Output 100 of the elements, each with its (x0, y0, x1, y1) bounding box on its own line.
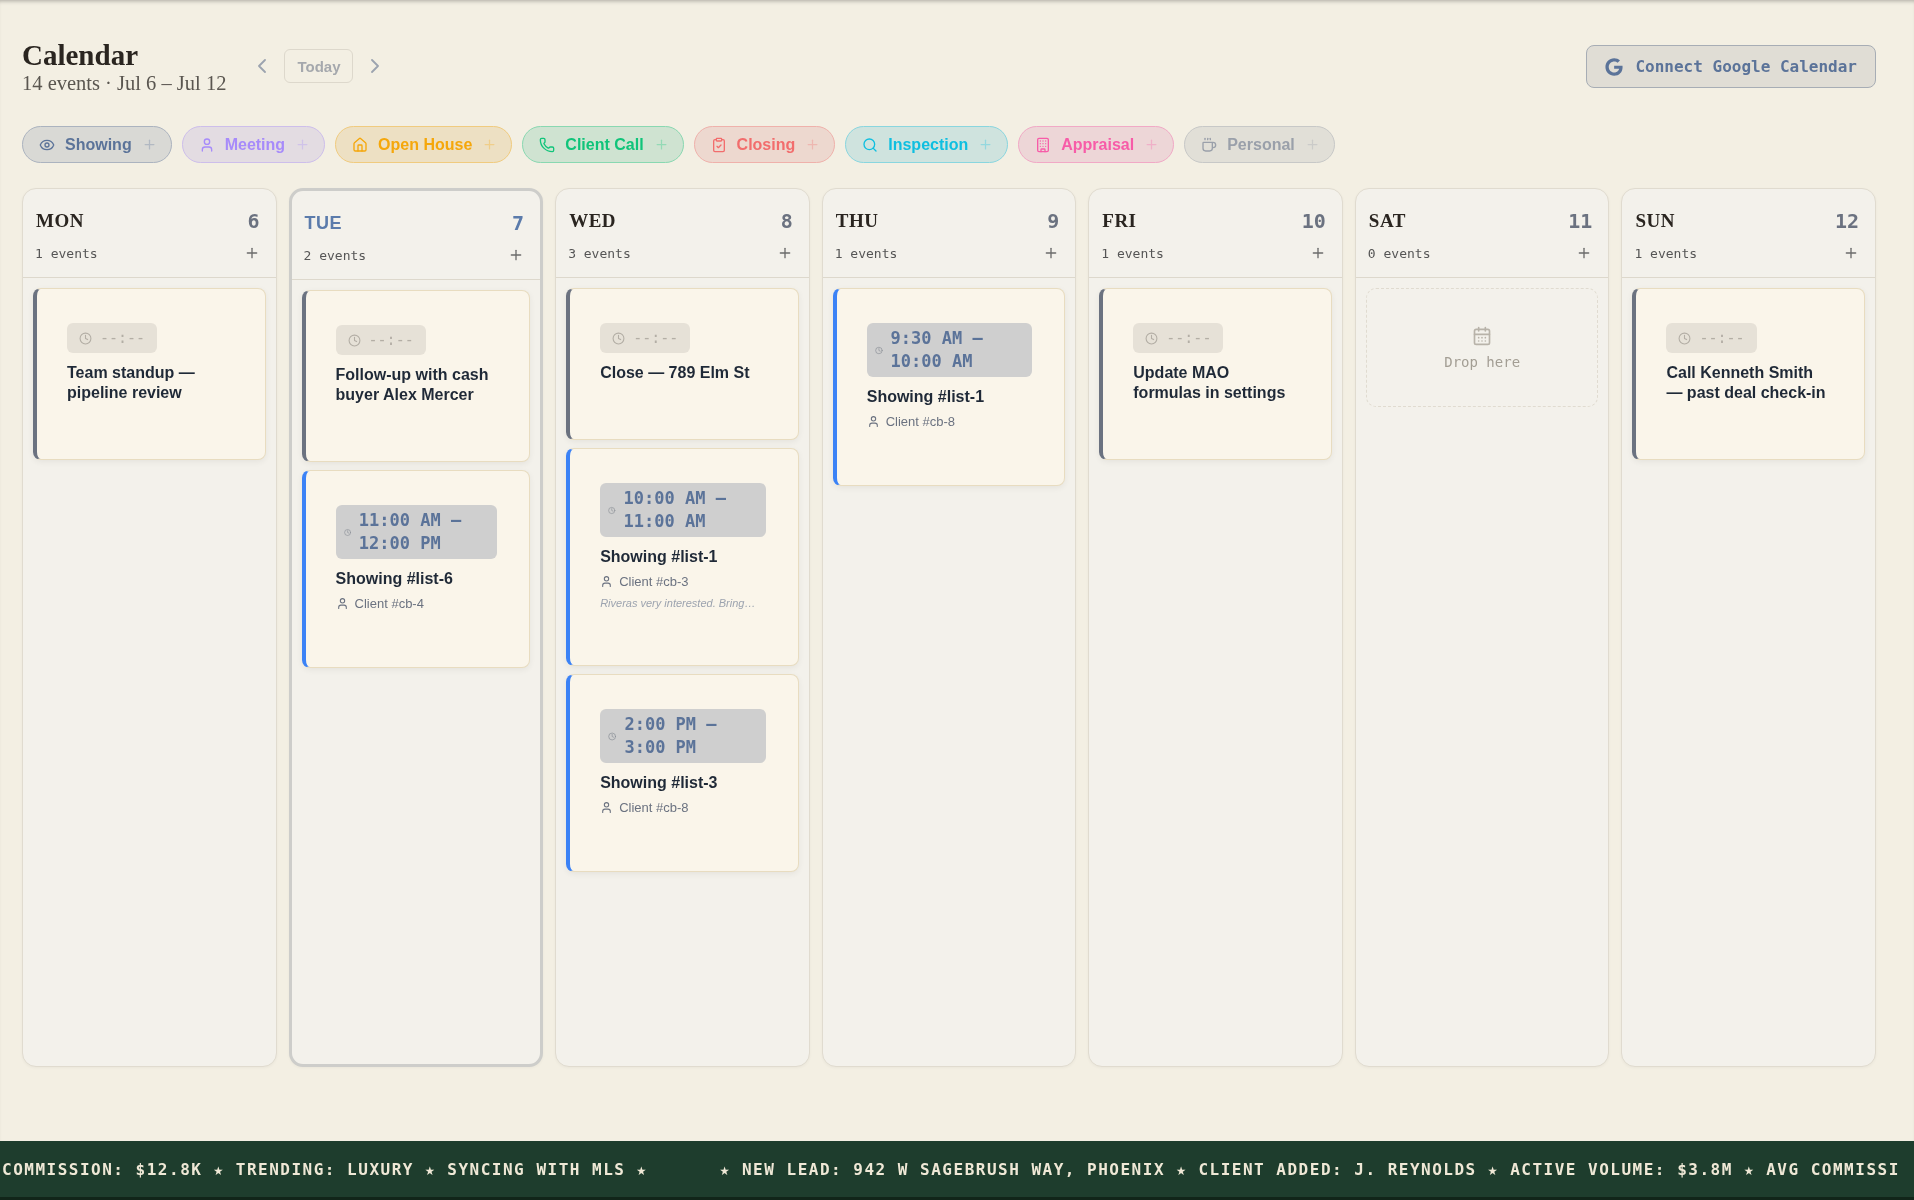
event-card[interactable]: --:-- Follow-up with cash buyer Alex Mercer (301, 290, 531, 462)
previous-button[interactable] (258, 59, 267, 73)
search-icon (862, 136, 879, 153)
day-date: 9 (1047, 209, 1060, 233)
chevron-left-icon (258, 59, 267, 73)
plus-icon (295, 137, 311, 152)
clipboard-check-icon (710, 136, 727, 153)
day-name: TUE (304, 212, 343, 234)
person-icon (600, 801, 614, 814)
event-count: 1 events (1101, 245, 1164, 261)
clock-icon (1145, 331, 1159, 345)
event-card[interactable]: 9:30 AM – 10:00 AM Showing #list-1 Client #cb-8 (832, 288, 1066, 486)
event-time: --:-- (1166, 328, 1212, 348)
event-title: Follow-up with cash buyer Alex Mercer (335, 365, 490, 405)
clock-icon (612, 331, 626, 345)
plus-icon (1144, 137, 1160, 152)
filter-chip[interactable]: Closing (693, 126, 836, 163)
plus-icon (1843, 245, 1859, 261)
event-client: Client #cb-4 (354, 596, 424, 611)
event-card[interactable]: --:-- Update MAO formulas in settings (1099, 288, 1332, 460)
event-count: 1 events (1634, 245, 1698, 261)
event-count: 0 events (1367, 245, 1431, 261)
plus-icon (482, 137, 498, 152)
day-date: 7 (512, 211, 525, 235)
event-card[interactable]: --:-- Team standup — pipeline review (33, 288, 266, 460)
day-date: 8 (780, 209, 793, 233)
day-date: 6 (247, 209, 260, 233)
clock-icon (343, 526, 351, 538)
building-icon (1035, 136, 1052, 153)
chevron-right-icon (371, 59, 380, 73)
day-date: 12 (1834, 209, 1859, 233)
event-title: Showing #list-1 (600, 547, 718, 567)
g-logo-icon (1605, 57, 1624, 76)
event-client: Client #cb-3 (619, 574, 689, 589)
event-card[interactable]: 11:00 AM – 12:00 PM Showing #list-6 Client #cb-4 (301, 470, 531, 668)
day-date: 11 (1568, 209, 1593, 233)
event-time: 10:00 AM – 11:00 AM (623, 487, 727, 533)
event-client: Client #cb-8 (619, 800, 689, 815)
clock-icon (347, 333, 361, 347)
event-card[interactable]: --:-- Call Kenneth Smith — past deal check-in (1632, 288, 1865, 460)
filter-chip[interactable]: Showing (22, 126, 172, 163)
event-time: 11:00 AM – 12:00 PM (358, 509, 463, 555)
day-name: MON (36, 210, 84, 232)
event-time: 2:00 PM – 3:00 PM (624, 713, 718, 759)
event-count: 2 events (303, 247, 367, 263)
person-icon (866, 415, 880, 428)
filter-chip[interactable]: Meeting (181, 126, 326, 163)
event-time: --:-- (100, 328, 146, 348)
event-time: --:-- (368, 330, 414, 350)
event-title: Update MAO formulas in settings (1133, 363, 1287, 403)
event-title: Close — 789 Elm St (600, 363, 750, 383)
clock-icon (608, 730, 617, 742)
day-name: THU (835, 210, 879, 232)
event-count: 1 events (35, 245, 98, 261)
clock-icon (1678, 331, 1692, 345)
page-title: Calendar (22, 38, 139, 72)
next-button[interactable] (371, 59, 380, 73)
add-event-button[interactable] (1843, 245, 1859, 261)
event-note: Riveras very interested. Bring… (600, 597, 756, 609)
plus-icon (978, 137, 994, 152)
event-time: --:-- (1699, 328, 1745, 348)
phone-icon (539, 136, 556, 153)
event-title: Call Kenneth Smith — past deal check-in (1666, 363, 1827, 403)
drop-hint: Drop here (1444, 353, 1521, 370)
event-card[interactable]: 2:00 PM – 3:00 PM Showing #list-3 Client #cb-8 (566, 674, 799, 872)
person-icon (600, 575, 614, 588)
today-button[interactable]: Today (284, 49, 354, 83)
drop-zone[interactable]: Drop here (1365, 288, 1599, 407)
day-date: 10 (1301, 209, 1326, 233)
filter-chip[interactable]: Personal (1184, 126, 1335, 163)
event-time: 9:30 AM – 10:00 AM (890, 327, 984, 373)
page-subtitle: 14 events · Jul 6 – Jul 12 (22, 72, 227, 95)
ticker-text: COMMISSION: $12.8K ★ TRENDING: LUXURY ★ SYNCING WITH MLS ★ (2, 1159, 648, 1179)
event-title: Team standup — pipeline review (67, 363, 196, 403)
event-count: 3 events (568, 245, 631, 261)
calendar-icon (1472, 325, 1493, 346)
clock-icon (79, 331, 92, 345)
event-card[interactable]: --:-- Close — 789 Elm St (566, 288, 799, 440)
person-icon (335, 597, 349, 610)
event-time: --:-- (633, 328, 679, 348)
plus-icon (141, 137, 157, 152)
day-name: WED (569, 210, 617, 232)
clock-icon (608, 504, 616, 516)
filter-chip[interactable]: Appraisal (1018, 126, 1175, 163)
event-title: Showing #list-1 (866, 387, 985, 407)
plus-icon (653, 137, 669, 152)
day-name: SAT (1368, 210, 1406, 232)
day-name: SUN (1635, 210, 1675, 232)
clock-icon (874, 344, 883, 356)
event-title: Showing #list-3 (600, 773, 718, 793)
day-name: FRI (1102, 210, 1137, 232)
cup-icon (1201, 136, 1218, 153)
event-client: Client #cb-8 (885, 414, 956, 429)
event-card[interactable]: 10:00 AM – 11:00 AM Showing #list-1 Client #cb-3 Riveras very interested. Bring… (566, 448, 799, 666)
connect-calendar-button[interactable]: Connect Google Calendar (1586, 45, 1876, 88)
plus-icon (805, 137, 821, 152)
event-title: Showing #list-6 (335, 569, 453, 589)
house-icon (352, 136, 369, 153)
ticker-text: ★ NEW LEAD: 942 W SAGEBRUSH WAY, PHOENIX ★ CLIENT ADDED: J. REYNOLDS ★ ACTIVE VOLUME: $3.8M ★ AVG COMMISSI (719, 1159, 1900, 1179)
event-count: 1 events (834, 245, 898, 261)
